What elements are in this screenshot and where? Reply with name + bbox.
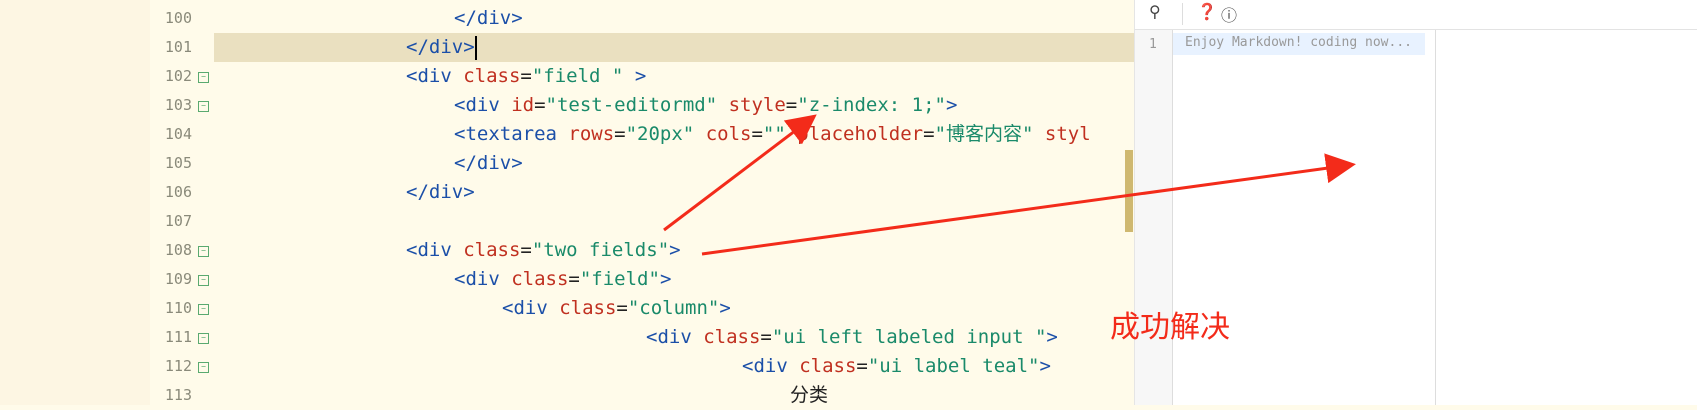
annotation-text: 成功解决 (1110, 310, 1230, 345)
arrow-to-style (663, 114, 817, 232)
arrow-to-preview (701, 153, 1356, 256)
annotation-arrows (663, 114, 1356, 256)
